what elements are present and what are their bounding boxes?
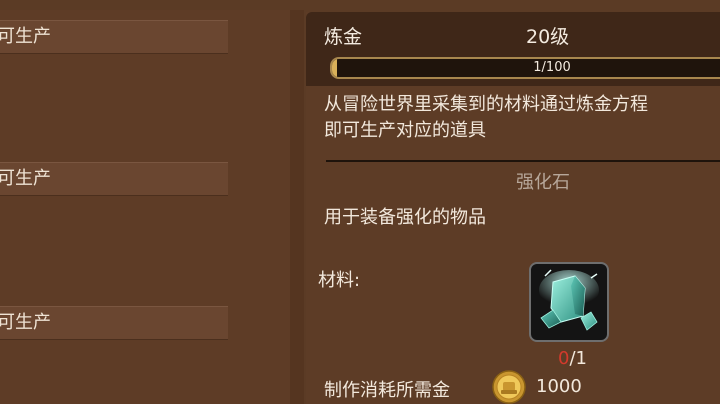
xp-progress-bar: 1/100: [330, 57, 720, 79]
skill-description: 从冒险世界里采集到的材料通过炼金方程 即可生产对应的道具: [324, 92, 720, 144]
item-name: 强化石: [516, 172, 570, 193]
xp-progress-text: 1/100: [533, 60, 571, 75]
description-line: 即可生产对应的道具: [324, 120, 486, 141]
skill-name: 炼金: [324, 26, 363, 48]
game-screen: 可生产 可生产 可生产 炼金 20级 1/100 从冒险世界里采集到的材料通过炼…: [0, 0, 720, 404]
material-owned: 0: [558, 348, 570, 369]
section-divider: [326, 160, 720, 162]
recipe-detail-panel: 炼金 20级 1/100 从冒险世界里采集到的材料通过炼金方程 即可生产对应的道…: [306, 12, 720, 404]
recipe-item[interactable]: 可生产: [0, 306, 228, 340]
gold-coin-icon: [492, 370, 526, 404]
cost-label: 制作消耗所需金: [324, 380, 450, 401]
teal-crystal-icon: [539, 269, 599, 331]
recipe-status-label: 可生产: [0, 312, 51, 333]
recipe-item[interactable]: 可生产: [0, 20, 228, 54]
panel-divider: [290, 10, 304, 404]
skill-header: 炼金 20级 1/100: [306, 12, 720, 86]
material-required: /1: [569, 348, 587, 369]
recipe-status-label: 可生产: [0, 168, 51, 189]
material-count: 0/1: [558, 348, 587, 369]
recipe-item[interactable]: 可生产: [0, 162, 228, 196]
material-slot[interactable]: [529, 262, 609, 342]
description-line: 从冒险世界里采集到的材料通过炼金方程: [324, 94, 648, 115]
cost-value: 1000: [536, 376, 582, 397]
item-description: 用于装备强化的物品: [324, 207, 486, 228]
materials-label: 材料:: [318, 270, 361, 291]
skill-level: 20级: [526, 26, 570, 48]
recipe-list-panel: 可生产 可生产 可生产: [0, 10, 292, 404]
recipe-status-label: 可生产: [0, 26, 51, 47]
